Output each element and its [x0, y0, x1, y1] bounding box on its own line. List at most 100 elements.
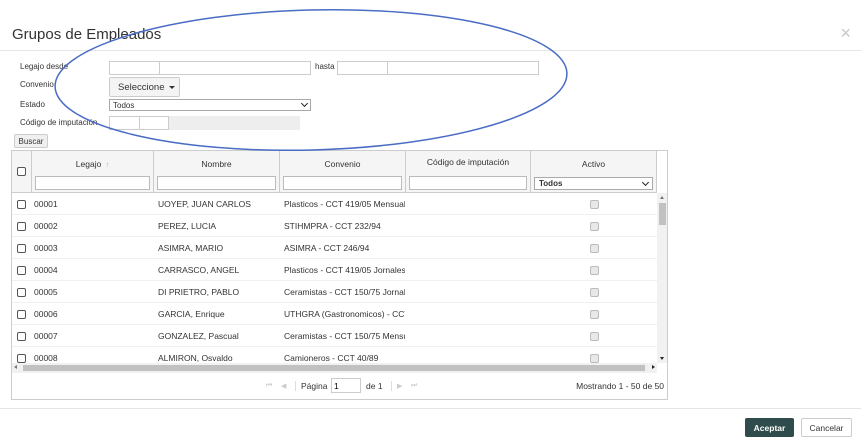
- activo-checkbox: [590, 222, 599, 231]
- legajo-hasta-name-input[interactable]: [387, 61, 539, 75]
- header-activo[interactable]: Activo Todos: [531, 151, 657, 193]
- cell-legajo: 00007: [34, 331, 58, 341]
- header-select-all-cell: [12, 151, 32, 193]
- vertical-scroll-thumb[interactable]: [659, 203, 666, 225]
- page-number-input[interactable]: [331, 378, 361, 393]
- header-legajo-title: Legajo ↑: [32, 159, 153, 169]
- estado-label: Estado: [20, 100, 45, 109]
- activo-checkbox: [590, 288, 599, 297]
- table-row[interactable]: 00004 CARRASCO, ANGEL Plasticos - CCT 419/…: [12, 259, 657, 281]
- last-page-icon[interactable]: ⏭: [411, 382, 417, 390]
- convenio-label: Convenio: [20, 80, 54, 89]
- legajo-hasta-code-input[interactable]: [337, 61, 388, 75]
- codigo-imputacion-label: Código de imputación: [20, 118, 98, 127]
- activo-checkbox: [590, 310, 599, 319]
- cell-nombre: ALMIRON, Osvaldo: [158, 353, 233, 363]
- scroll-down-icon[interactable]: [660, 357, 664, 360]
- cancelar-button[interactable]: Cancelar: [801, 418, 852, 437]
- table-row[interactable]: 00002 PEREZ, LUCIA STIHMPRA - CCT 232/94: [12, 215, 657, 237]
- codigo-imputacion-input-2[interactable]: [139, 116, 169, 130]
- cell-nombre: GARCIA, Enrique: [158, 309, 225, 319]
- row-checkbox[interactable]: [17, 354, 26, 363]
- horizontal-scrollbar[interactable]: [12, 363, 657, 373]
- row-checkbox[interactable]: [17, 332, 26, 341]
- cell-convenio: Camioneros - CCT 40/89: [284, 353, 379, 363]
- cell-convenio: Ceramistas - CCT 150/75 Jornal: [284, 287, 405, 297]
- legajo-desde-label: Legajo desde: [20, 62, 69, 71]
- chevron-down-icon: [300, 99, 309, 108]
- codigo-imputacion-description: [169, 116, 300, 130]
- scroll-left-icon[interactable]: [14, 365, 17, 369]
- legajo-desde-code-input[interactable]: [109, 61, 160, 75]
- header-divider: [0, 50, 861, 51]
- convenio-button-label: Seleccione: [118, 81, 165, 93]
- activo-checkbox: [590, 266, 599, 275]
- grid-pager: ⏮ ◀ Página de 1 ▶ ⏭ Mostrando 1 - 50 de …: [12, 373, 667, 399]
- cell-convenio: STIHMPRA - CCT 232/94: [284, 221, 381, 231]
- horizontal-scroll-thumb[interactable]: [23, 365, 645, 371]
- codigo-imputacion-input-1[interactable]: [109, 116, 140, 130]
- activo-checkbox: [590, 332, 599, 341]
- chevron-down-icon: [641, 178, 650, 186]
- vertical-scrollbar[interactable]: [657, 193, 667, 363]
- first-page-icon[interactable]: ⏮: [266, 382, 272, 390]
- aceptar-button[interactable]: Aceptar: [745, 418, 794, 437]
- legajo-desde-name-input[interactable]: [159, 61, 311, 75]
- table-row[interactable]: 00005 DI PRIETRO, PABLO Ceramistas - CCT 1…: [12, 281, 657, 303]
- header-nombre[interactable]: Nombre: [154, 151, 280, 193]
- cell-convenio: UTHGRA (Gastronomicos) - CCT: [284, 309, 405, 319]
- row-checkbox[interactable]: [17, 288, 26, 297]
- row-checkbox[interactable]: [17, 200, 26, 209]
- header-legajo[interactable]: Legajo ↑: [32, 151, 154, 193]
- filter-convenio-input[interactable]: [283, 176, 402, 190]
- next-page-icon[interactable]: ▶: [397, 382, 402, 390]
- table-row[interactable]: 00006 GARCIA, Enrique UTHGRA (Gastronomico…: [12, 303, 657, 325]
- estado-select[interactable]: Todos: [109, 99, 311, 111]
- scroll-right-icon[interactable]: [652, 365, 655, 369]
- header-nombre-label: Nombre: [201, 159, 232, 169]
- cell-legajo: 00005: [34, 287, 58, 297]
- filter-legajo-input[interactable]: [35, 176, 150, 190]
- prev-page-icon[interactable]: ◀: [281, 382, 286, 390]
- filter-activo-select[interactable]: Todos: [534, 177, 653, 190]
- estado-select-value: Todos: [113, 100, 135, 110]
- footer-divider: [0, 408, 861, 409]
- records-summary: Mostrando 1 - 50 de 50: [576, 381, 664, 391]
- activo-checkbox: [590, 354, 599, 363]
- cell-convenio: Plasticos - CCT 419/05 Mensual: [284, 199, 405, 209]
- cell-nombre: CARRASCO, ANGEL: [158, 265, 240, 275]
- filter-nombre-input[interactable]: [157, 176, 276, 190]
- row-checkbox[interactable]: [17, 266, 26, 275]
- close-icon[interactable]: ×: [840, 24, 851, 42]
- scroll-up-icon[interactable]: [660, 196, 664, 199]
- header-legajo-label: Legajo: [75, 159, 102, 169]
- convenio-select-button[interactable]: Seleccione: [109, 77, 180, 97]
- row-checkbox[interactable]: [17, 310, 26, 319]
- table-row[interactable]: 00003 ASIMRA, MARIO ASIMRA - CCT 246/94: [12, 237, 657, 259]
- page-of-label: de 1: [366, 381, 383, 391]
- buscar-button[interactable]: Buscar: [14, 134, 48, 148]
- filter-codigo-input[interactable]: [409, 176, 527, 190]
- row-checkbox[interactable]: [17, 222, 26, 231]
- header-codigo-imputacion[interactable]: Código de imputación: [406, 151, 531, 193]
- select-all-checkbox[interactable]: [17, 167, 26, 176]
- hasta-label: hasta: [315, 62, 335, 71]
- cell-legajo: 00004: [34, 265, 58, 275]
- cell-nombre: PEREZ, LUCIA: [158, 221, 217, 231]
- page-label: Página: [301, 381, 328, 391]
- pager-separator: [295, 381, 296, 391]
- cell-nombre: DI PRIETRO, PABLO: [158, 287, 240, 297]
- caret-down-icon: [169, 85, 176, 89]
- cell-nombre: ASIMRA, MARIO: [158, 243, 224, 253]
- cell-nombre: UOYEP, JUAN CARLOS: [158, 199, 251, 209]
- table-row[interactable]: 00001 UOYEP, JUAN CARLOS Plasticos - CCT 4…: [12, 193, 657, 215]
- header-convenio[interactable]: Convenio: [280, 151, 406, 193]
- cell-legajo: 00008: [34, 353, 58, 363]
- cell-convenio: ASIMRA - CCT 246/94: [284, 243, 370, 253]
- pager-separator: [391, 381, 392, 391]
- row-checkbox[interactable]: [17, 244, 26, 253]
- table-row[interactable]: 00007 GONZALEZ, Pascual Ceramistas - CCT 1…: [12, 325, 657, 347]
- cell-legajo: 00003: [34, 243, 58, 253]
- activo-checkbox: [590, 200, 599, 209]
- cell-legajo: 00002: [34, 221, 58, 231]
